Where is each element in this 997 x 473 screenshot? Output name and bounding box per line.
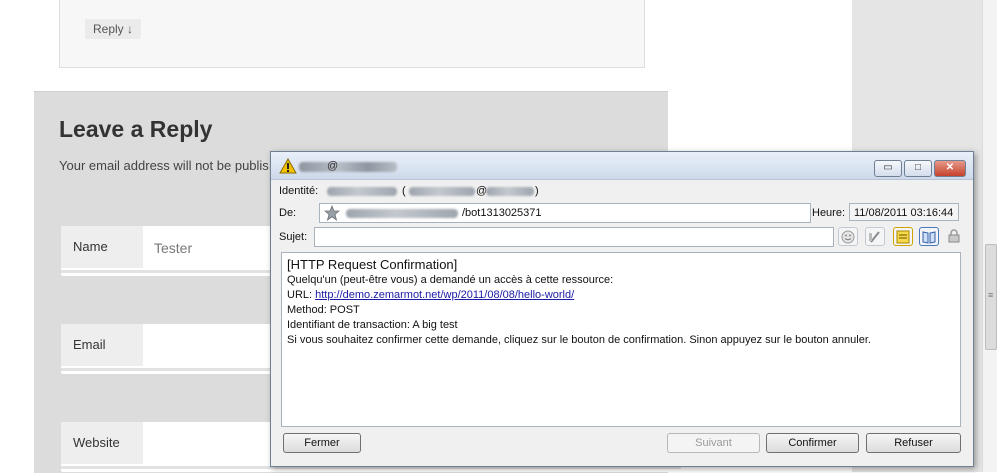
url-prefix: URL:	[287, 289, 316, 301]
reply-button[interactable]: Reply ↓	[85, 19, 142, 39]
scrollbar-thumb[interactable]: ≡	[985, 244, 997, 350]
star-icon[interactable]	[324, 205, 340, 221]
de-sender-redacted	[346, 209, 458, 218]
warning-icon	[279, 158, 297, 174]
body-line-method: Method: POST	[287, 304, 360, 316]
website-label: Website	[61, 422, 143, 464]
window-titlebar[interactable]: @ ▭ □ ✕	[271, 152, 973, 180]
identite-label: Identité:	[279, 185, 319, 197]
refuser-button[interactable]: Refuser	[866, 433, 961, 453]
reply-title: Leave a Reply	[59, 116, 213, 142]
heure-value: 11/08/2011 03:16:44	[849, 203, 959, 221]
maximize-icon[interactable]: □	[904, 160, 932, 177]
scroll-grip-icon: ≡	[988, 290, 994, 300]
confirmer-button[interactable]: Confirmer	[766, 433, 859, 453]
title-sender-redacted	[299, 162, 397, 172]
reply-note: Your email address will not be publis	[59, 158, 269, 173]
body-line-instructions: Si vous souhaitez confirmer cette demand…	[287, 334, 871, 346]
message-body[interactable]: [HTTP Request Confirmation] Quelqu'un (p…	[281, 252, 961, 427]
page-scrollbar[interactable]: ≡	[982, 0, 997, 472]
message-window: @ ▭ □ ✕ Identité: ( @ ) De: /bot13130253…	[270, 151, 974, 467]
smiley-icon[interactable]	[838, 227, 858, 246]
body-line-url: URL: http://demo.zemarmot.net/wp/2011/08…	[287, 288, 955, 303]
fermer-button[interactable]: Fermer	[283, 433, 361, 453]
sujet-label: Sujet:	[279, 231, 308, 243]
name-label: Name	[61, 226, 143, 268]
identite-paren-open: (	[402, 185, 406, 197]
de-field[interactable]: /bot1313025371	[319, 203, 811, 223]
note-icon[interactable]	[893, 227, 913, 246]
lock-icon[interactable]	[945, 227, 965, 246]
identite-email-domain-redacted	[486, 187, 534, 196]
identite-paren-close: )	[535, 185, 539, 197]
name-input-value[interactable]: Tester	[154, 240, 192, 256]
body-line-transaction: Identifiant de transaction: A big test	[287, 319, 458, 331]
heure-label: Heure:	[812, 207, 846, 219]
sujet-field[interactable]	[314, 227, 834, 247]
identite-name-redacted	[327, 187, 397, 196]
de-label: De:	[279, 207, 297, 219]
pen-icon[interactable]	[865, 227, 885, 246]
title-at-sign: @	[327, 160, 339, 172]
book-icon[interactable]	[919, 227, 939, 246]
de-value: /bot1313025371	[462, 207, 542, 219]
email-label: Email	[61, 324, 143, 366]
minimize-icon[interactable]: ▭	[874, 160, 902, 177]
suivant-button[interactable]: Suivant	[667, 433, 760, 453]
close-icon[interactable]: ✕	[934, 160, 966, 177]
body-line-request: Quelqu'un (peut-être vous) a demandé un …	[287, 274, 614, 286]
body-line-header: [HTTP Request Confirmation]	[287, 257, 458, 272]
url-link[interactable]: http://demo.zemarmot.net/wp/2011/08/08/h…	[315, 289, 574, 301]
identite-email-user-redacted	[409, 187, 475, 196]
comment-box	[59, 0, 645, 68]
